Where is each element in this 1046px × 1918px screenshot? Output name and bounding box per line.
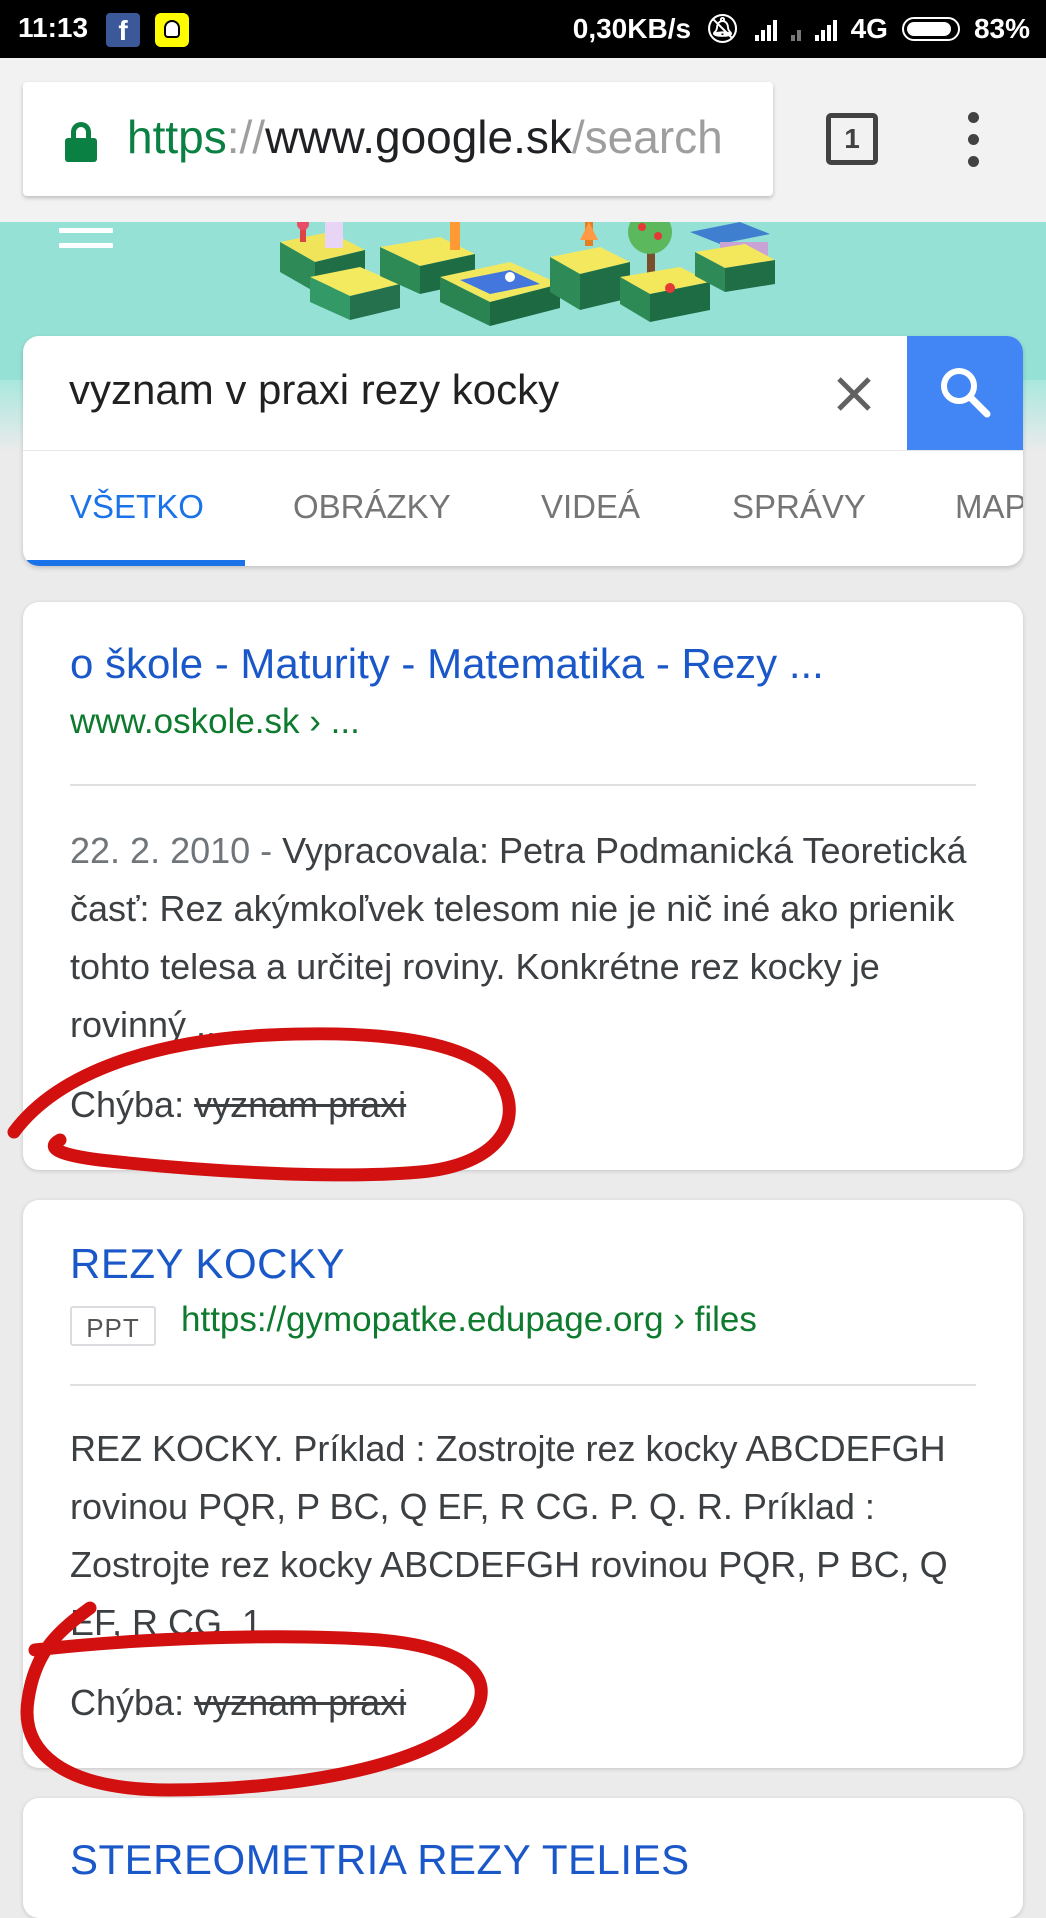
missing-terms: Chýba: vyznam praxi bbox=[70, 1682, 406, 1724]
result-title[interactable]: STEREOMETRIA REZY TELIES bbox=[70, 1836, 690, 1884]
tab-videos[interactable]: VIDEÁ bbox=[541, 488, 640, 526]
url-path: /search bbox=[571, 111, 723, 163]
result-title[interactable]: o škole - Maturity - Matematika - Rezy .… bbox=[70, 640, 824, 688]
battery-percent: 83% bbox=[973, 12, 1030, 44]
result-title[interactable]: REZY KOCKY bbox=[70, 1240, 345, 1288]
file-type-badge: PPT bbox=[70, 1306, 156, 1346]
search-divider bbox=[23, 450, 1023, 451]
network-type: 4G bbox=[850, 12, 888, 44]
search-icon bbox=[941, 368, 991, 418]
tab-all[interactable]: VŠETKO bbox=[70, 488, 204, 526]
result-card: STEREOMETRIA REZY TELIES bbox=[23, 1798, 1023, 1918]
search-box-card: vyznam v praxi rezy kocky VŠETKO OBRÁZKY… bbox=[23, 336, 1023, 566]
data-arrows-icon bbox=[790, 17, 801, 41]
signal-icon bbox=[754, 17, 777, 41]
google-doodle-logo[interactable] bbox=[270, 222, 780, 330]
tab-news[interactable]: SPRÁVY bbox=[732, 488, 866, 526]
status-indicators: 0,30KB/s 🔕︎ 4G 83% bbox=[573, 12, 1030, 45]
url-scheme: https bbox=[127, 111, 227, 163]
facebook-icon: f bbox=[106, 13, 140, 47]
result-divider bbox=[70, 1384, 976, 1386]
browser-toolbar: https://www.google.sk/search 1 bbox=[0, 58, 1046, 222]
address-bar[interactable]: https://www.google.sk/search bbox=[23, 82, 773, 196]
search-input[interactable]: vyznam v praxi rezy kocky bbox=[69, 366, 559, 414]
status-bar: 11:13 f 0,30KB/s 🔕︎ 4G 83% bbox=[0, 0, 1046, 58]
tab-count: 1 bbox=[844, 123, 860, 154]
result-card: REZY KOCKY PPT https://gymopatke.edupage… bbox=[23, 1200, 1023, 1768]
network-speed: 0,30KB/s bbox=[572, 12, 692, 44]
lock-icon bbox=[65, 122, 97, 162]
result-date: 22. 2. 2010 bbox=[70, 830, 251, 871]
signal-icon-2 bbox=[814, 17, 837, 41]
missing-label: Chýba: bbox=[70, 1084, 185, 1125]
overflow-menu-icon[interactable] bbox=[967, 112, 981, 168]
result-divider bbox=[70, 784, 976, 786]
result-url[interactable]: www.oskole.sk › ... bbox=[70, 702, 360, 742]
date-separator: - bbox=[250, 830, 283, 871]
snapchat-icon bbox=[155, 13, 189, 47]
missing-terms: Chýba: vyznam praxi bbox=[70, 1084, 406, 1126]
battery-icon bbox=[901, 16, 960, 41]
result-snippet: 22. 2. 2010 - Vypracovala: Petra Podmani… bbox=[70, 822, 1000, 1054]
missing-terms-text: vyznam praxi bbox=[194, 1084, 407, 1125]
url-separator: :// bbox=[226, 111, 266, 163]
url-text[interactable]: https://www.google.sk/search bbox=[127, 110, 723, 164]
missing-label: Chýba: bbox=[70, 1682, 185, 1723]
result-url[interactable]: https://gymopatke.edupage.org › files bbox=[181, 1300, 757, 1340]
tab-switcher-button[interactable]: 1 bbox=[826, 113, 878, 165]
clear-search-icon[interactable] bbox=[830, 370, 878, 418]
missing-terms-text: vyznam praxi bbox=[194, 1682, 407, 1723]
active-tab-indicator bbox=[23, 560, 245, 566]
tab-images[interactable]: OBRÁZKY bbox=[293, 488, 451, 526]
tab-maps[interactable]: MAP bbox=[955, 488, 1023, 526]
result-card: o škole - Maturity - Matematika - Rezy .… bbox=[23, 602, 1023, 1170]
result-snippet: REZ KOCKY. Príklad : Zostrojte rez kocky… bbox=[70, 1428, 948, 1643]
hamburger-menu-icon[interactable] bbox=[59, 228, 113, 258]
search-button[interactable] bbox=[907, 336, 1023, 450]
url-host: www.google.sk bbox=[265, 111, 572, 163]
mute-icon: 🔕︎ bbox=[705, 13, 741, 44]
status-time: 11:13 bbox=[18, 12, 89, 43]
